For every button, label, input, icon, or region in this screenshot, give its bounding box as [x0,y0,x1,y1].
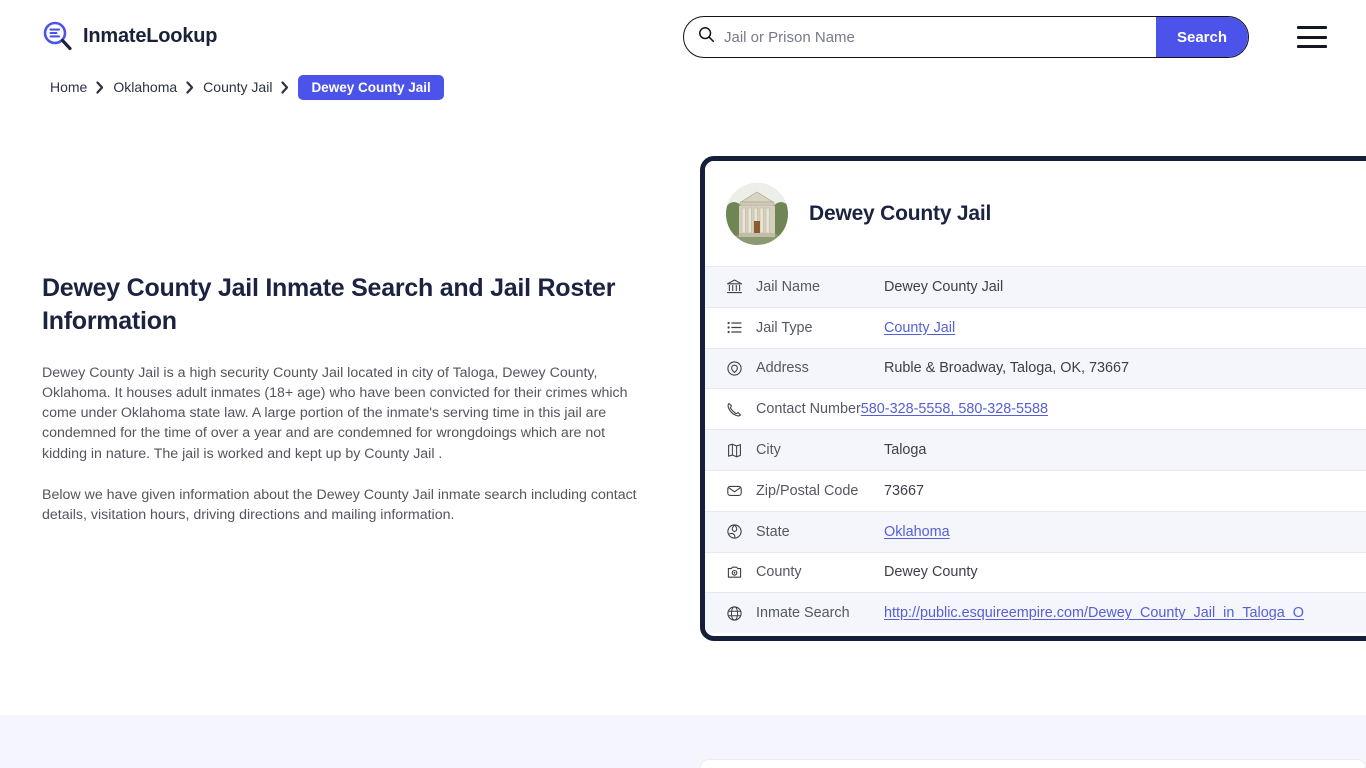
row-value: http://public.esquireempire.com/Dewey_Co… [884,605,1304,621]
magnifier-list-icon [42,20,74,52]
site-header: InmateLookup Search [0,0,1366,74]
search-button[interactable]: Search [1156,17,1248,57]
jail-type-link[interactable]: County Jail [884,320,955,336]
row-value: Dewey County [884,564,978,581]
globe-pin-icon [726,523,743,540]
page-title: Dewey County Jail Inmate Search and Jail… [42,274,616,335]
bank-icon [726,278,743,295]
state-link[interactable]: Oklahoma [884,524,950,540]
hamburger-bar [1297,26,1327,29]
table-row: Zip/Postal Code 73667 [705,469,1366,511]
row-label: Address [756,360,809,377]
search-icon [684,26,715,48]
breadcrumb: Home Oklahoma County Jail Dewey County J… [50,74,444,100]
table-row: County Dewey County [705,551,1366,593]
contact-number-link[interactable]: 580-328-5558, 580-328-5588 [861,401,1048,417]
table-row: State Oklahoma [705,510,1366,552]
table-row: Jail Name Dewey County Jail [705,266,1366,307]
hamburger-bar [1297,45,1327,48]
jail-detail-table: Jail Name Dewey County Jail Jail Type Co… [705,266,1366,634]
chevron-right-icon [96,80,104,94]
table-row: Address Ruble & Broadway, Taloga, OK, 73… [705,347,1366,389]
row-value: Taloga [884,442,927,459]
site-logo[interactable]: InmateLookup [42,20,217,52]
breadcrumb-item-home[interactable]: Home [50,79,87,95]
breadcrumb-item-oklahoma[interactable]: Oklahoma [113,79,177,95]
courthouse-photo [726,182,788,245]
row-value: County Jail [884,320,955,336]
county-icon [726,564,743,581]
row-value: Ruble & Broadway, Taloga, OK, 73667 [884,360,1130,377]
map-icon [726,442,743,459]
table-row: Contact Number 580-328-5558, 580-328-558… [705,388,1366,430]
hamburger-menu-icon[interactable] [1297,26,1327,48]
inmate-search-link[interactable]: http://public.esquireempire.com/Dewey_Co… [884,605,1304,621]
chevron-right-icon [186,80,194,94]
main-content: Dewey County Jail Inmate Search and Jail… [42,272,642,525]
card-header: Dewey County Jail [705,161,1366,266]
table-row: City Taloga [705,429,1366,470]
envelope-icon [726,482,743,499]
search-input[interactable] [715,17,1156,57]
intro-paragraph-2: Below we have given information about th… [42,486,637,523]
web-icon [726,605,743,622]
logo-text: InmateLookup [83,24,218,47]
row-label: Contact Number [756,401,861,418]
chevron-right-icon [281,80,289,94]
list-icon [726,319,743,336]
jail-info-card: Dewey County Jail Jail Name Dewey County… [700,156,1366,641]
bottom-card-peek [700,759,1366,768]
search-bar[interactable]: Search [683,16,1249,58]
card-title: Dewey County Jail [809,201,992,225]
row-label: County [756,564,802,581]
row-label: Inmate Search [756,605,850,622]
hamburger-bar [1297,35,1327,39]
row-label: Jail Name [756,278,820,295]
breadcrumb-item-county-jail[interactable]: County Jail [203,79,272,95]
row-value: Oklahoma [884,524,950,540]
table-row: Jail Type County Jail [705,306,1366,348]
row-label: State [756,523,790,540]
row-label: City [756,442,781,459]
row-value: 580-328-5558, 580-328-5588 [861,401,1048,417]
row-label: Jail Type [756,319,813,336]
location-icon [726,360,743,377]
row-value: Dewey County Jail [884,278,1004,295]
row-label: Zip/Postal Code [756,482,859,499]
phone-icon [726,401,743,418]
table-row: Inmate Search http://public.esquireempir… [705,592,1366,634]
intro-paragraph-1: Dewey County Jail is a high security Cou… [42,365,628,462]
row-value: 73667 [884,482,925,499]
breadcrumb-item-current: Dewey County Jail [298,74,444,100]
